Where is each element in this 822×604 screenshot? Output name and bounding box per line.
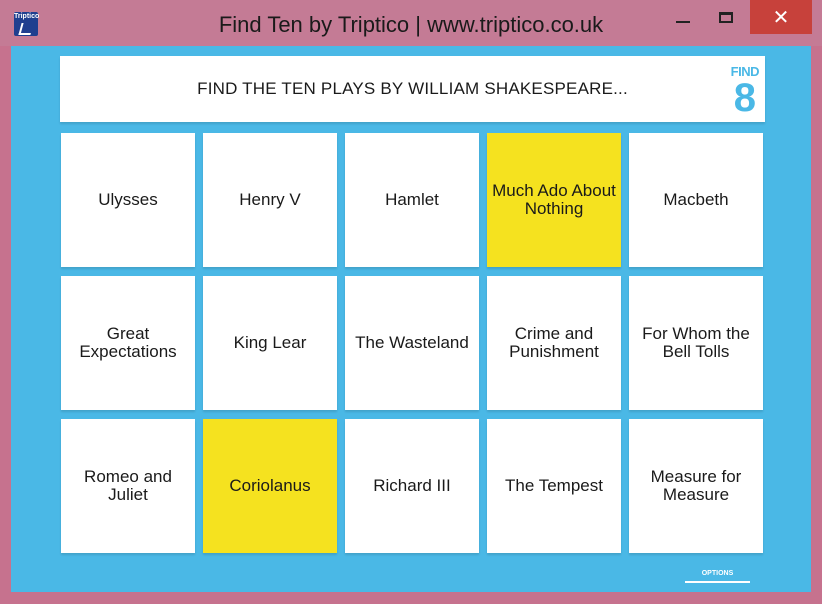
- close-button[interactable]: ✕: [750, 0, 812, 34]
- answer-tile[interactable]: For Whom the Bell Tolls: [629, 276, 763, 410]
- tile-label: Hamlet: [385, 190, 439, 209]
- taskbar-edge: [0, 592, 822, 604]
- answer-tile[interactable]: Great Expectations: [61, 276, 195, 410]
- answer-tile[interactable]: Much Ado About Nothing: [487, 133, 621, 267]
- answer-tile[interactable]: Henry V: [203, 133, 337, 267]
- answer-tile[interactable]: Measure for Measure: [629, 419, 763, 553]
- answer-tile[interactable]: Romeo and Juliet: [61, 419, 195, 553]
- answer-tile[interactable]: The Tempest: [487, 419, 621, 553]
- tile-label: For Whom the Bell Tolls: [642, 324, 750, 361]
- tile-label: Romeo and Juliet: [84, 467, 172, 504]
- question-text: FIND THE TEN PLAYS BY WILLIAM SHAKESPEAR…: [197, 79, 628, 98]
- answer-tile[interactable]: Hamlet: [345, 133, 479, 267]
- close-icon: ✕: [772, 6, 790, 29]
- answer-grid: Ulysses Henry V Hamlet Much Ado About No…: [61, 133, 763, 553]
- remaining-count: 8: [733, 76, 756, 120]
- tile-label: Henry V: [239, 190, 301, 209]
- answer-tile[interactable]: Crime and Punishment: [487, 276, 621, 410]
- tile-label: Coriolanus: [229, 476, 311, 495]
- maximize-button[interactable]: [703, 0, 749, 34]
- tile-label: Ulysses: [98, 190, 158, 209]
- minimize-icon: [676, 21, 690, 23]
- tile-label: King Lear: [233, 333, 307, 352]
- game-board: FIND THE TEN PLAYS BY WILLIAM SHAKESPEAR…: [11, 46, 811, 592]
- question-panel: FIND THE TEN PLAYS BY WILLIAM SHAKESPEAR…: [60, 56, 765, 122]
- answer-tile[interactable]: Coriolanus: [203, 419, 337, 553]
- tile-label: Richard III: [373, 476, 451, 495]
- tile-label: Much Ado About Nothing: [492, 181, 616, 218]
- tile-label: The Tempest: [505, 476, 603, 495]
- minimize-button[interactable]: [660, 0, 706, 34]
- answer-tile[interactable]: Ulysses: [61, 133, 195, 267]
- tile-label: The Wasteland: [355, 333, 469, 352]
- answer-tile[interactable]: Macbeth: [629, 133, 763, 267]
- tile-label: Macbeth: [663, 190, 729, 209]
- answer-tile[interactable]: King Lear: [203, 276, 337, 410]
- title-bar: Triptico Find Ten by Triptico | www.trip…: [0, 0, 822, 46]
- options-button[interactable]: OPTIONS: [685, 568, 750, 583]
- tile-label: Great Expectations: [79, 324, 177, 361]
- answer-tile[interactable]: The Wasteland: [345, 276, 479, 410]
- answer-tile[interactable]: Richard III: [345, 419, 479, 553]
- tile-label: Measure for Measure: [650, 467, 742, 504]
- tile-label: Crime and Punishment: [509, 324, 599, 361]
- maximize-icon: [719, 11, 733, 23]
